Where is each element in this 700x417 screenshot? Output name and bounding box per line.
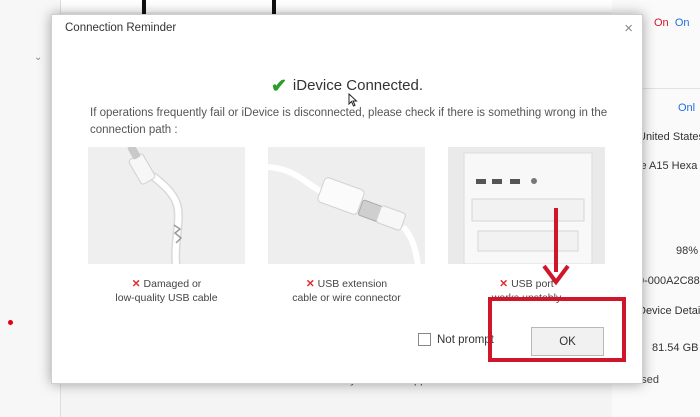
mouse-cursor-icon	[348, 93, 358, 107]
annotation-highlight-box	[488, 297, 626, 362]
